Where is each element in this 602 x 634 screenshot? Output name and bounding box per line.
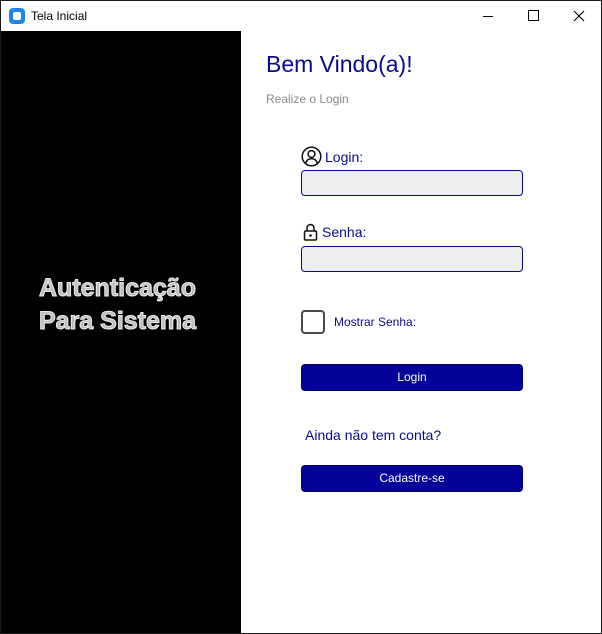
window-title: Tela Inicial: [31, 9, 88, 23]
minimize-icon: [483, 16, 493, 17]
branding-panel: Autenticação Para Sistema: [1, 31, 241, 633]
lock-icon: [303, 223, 318, 241]
app-icon: [9, 8, 25, 24]
show-password-label[interactable]: Mostrar Senha:: [334, 315, 416, 329]
minimize-button[interactable]: [464, 1, 510, 31]
login-subtitle: Realize o Login: [266, 92, 349, 106]
user-circle-icon: [301, 146, 322, 167]
maximize-button[interactable]: [510, 1, 556, 31]
register-button[interactable]: Cadastre-se: [301, 465, 523, 492]
password-input[interactable]: [301, 246, 523, 272]
close-button[interactable]: [556, 1, 601, 31]
maximize-icon: [528, 10, 539, 21]
login-label: Login:: [325, 149, 364, 165]
branding-line-2: Para Sistema: [38, 307, 197, 336]
login-button[interactable]: Login: [301, 364, 523, 391]
password-label: Senha:: [322, 224, 367, 240]
app-window: Tela Inicial Autenticação Para Sistema B…: [0, 0, 602, 634]
branding-line-1: Autenticação: [38, 274, 196, 303]
title-bar[interactable]: Tela Inicial: [1, 1, 601, 31]
login-input[interactable]: [301, 170, 523, 196]
no-account-text: Ainda não tem conta?: [305, 427, 442, 443]
show-password-checkbox[interactable]: [301, 310, 325, 334]
welcome-heading: Bem Vindo(a)!: [266, 51, 413, 77]
close-icon: [573, 10, 585, 22]
branding-text: Autenticação Para Sistema: [38, 272, 197, 338]
login-panel: Bem Vindo(a)! Realize o Login Login: Sen…: [241, 31, 601, 633]
